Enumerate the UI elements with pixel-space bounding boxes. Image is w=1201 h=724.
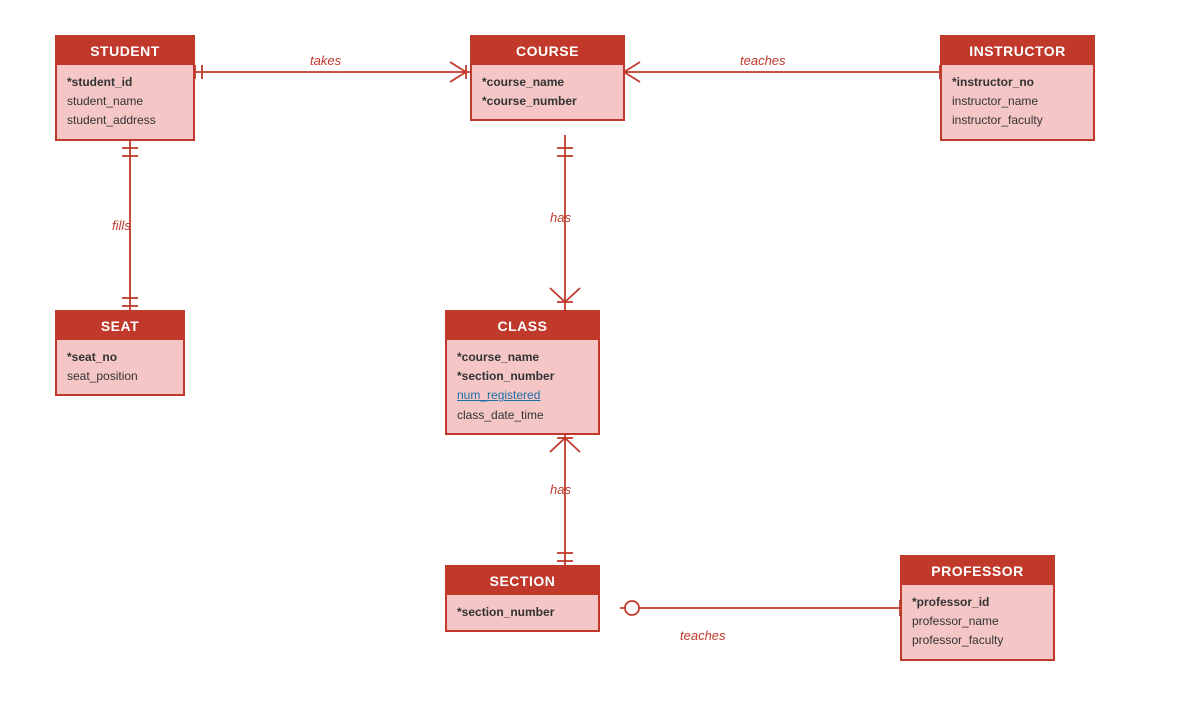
entity-seat: SEAT *seat_no seat_position	[55, 310, 185, 396]
entity-student: STUDENT *student_id student_name student…	[55, 35, 195, 141]
field-student-id: *student_id	[67, 73, 183, 92]
entity-course: COURSE *course_name *course_number	[470, 35, 625, 121]
entity-student-body: *student_id student_name student_address	[57, 65, 193, 139]
field-seat-no: *seat_no	[67, 348, 173, 367]
field-professor-name: professor_name	[912, 612, 1043, 631]
entity-instructor: INSTRUCTOR *instructor_no instructor_nam…	[940, 35, 1095, 141]
field-instructor-no: *instructor_no	[952, 73, 1083, 92]
relation-has-class: has	[550, 210, 571, 225]
entity-instructor-body: *instructor_no instructor_name instructo…	[942, 65, 1093, 139]
field-instructor-name: instructor_name	[952, 92, 1083, 111]
entity-student-header: STUDENT	[57, 37, 193, 65]
field-class-section-number: *section_number	[457, 367, 588, 386]
entity-section-body: *section_number	[447, 595, 598, 630]
field-class-course-name: *course_name	[457, 348, 588, 367]
entity-course-body: *course_name *course_number	[472, 65, 623, 119]
field-course-name: *course_name	[482, 73, 613, 92]
field-professor-faculty: professor_faculty	[912, 631, 1043, 650]
field-professor-id: *professor_id	[912, 593, 1043, 612]
relation-fills: fills	[112, 218, 131, 233]
entity-professor: PROFESSOR *professor_id professor_name p…	[900, 555, 1055, 661]
field-student-name: student_name	[67, 92, 183, 111]
entity-professor-header: PROFESSOR	[902, 557, 1053, 585]
field-section-number: *section_number	[457, 603, 588, 622]
field-course-number: *course_number	[482, 92, 613, 111]
entity-professor-body: *professor_id professor_name professor_f…	[902, 585, 1053, 659]
relation-has-section: has	[550, 482, 571, 497]
entity-instructor-header: INSTRUCTOR	[942, 37, 1093, 65]
relation-teaches-professor: teaches	[680, 628, 726, 643]
field-student-address: student_address	[67, 111, 183, 130]
diagram-canvas: STUDENT *student_id student_name student…	[0, 0, 1201, 724]
entity-class-header: CLASS	[447, 312, 598, 340]
relation-teaches-instructor: teaches	[740, 53, 786, 68]
field-instructor-faculty: instructor_faculty	[952, 111, 1083, 130]
field-class-num-registered: num_registered	[457, 386, 588, 405]
relation-takes: takes	[310, 53, 341, 68]
entity-class-body: *course_name *section_number num_registe…	[447, 340, 598, 433]
entity-class: CLASS *course_name *section_number num_r…	[445, 310, 600, 435]
entity-seat-body: *seat_no seat_position	[57, 340, 183, 394]
entity-course-header: COURSE	[472, 37, 623, 65]
entity-section: SECTION *section_number	[445, 565, 600, 632]
entity-section-header: SECTION	[447, 567, 598, 595]
field-seat-position: seat_position	[67, 367, 173, 386]
entity-seat-header: SEAT	[57, 312, 183, 340]
field-class-date-time: class_date_time	[457, 406, 588, 425]
